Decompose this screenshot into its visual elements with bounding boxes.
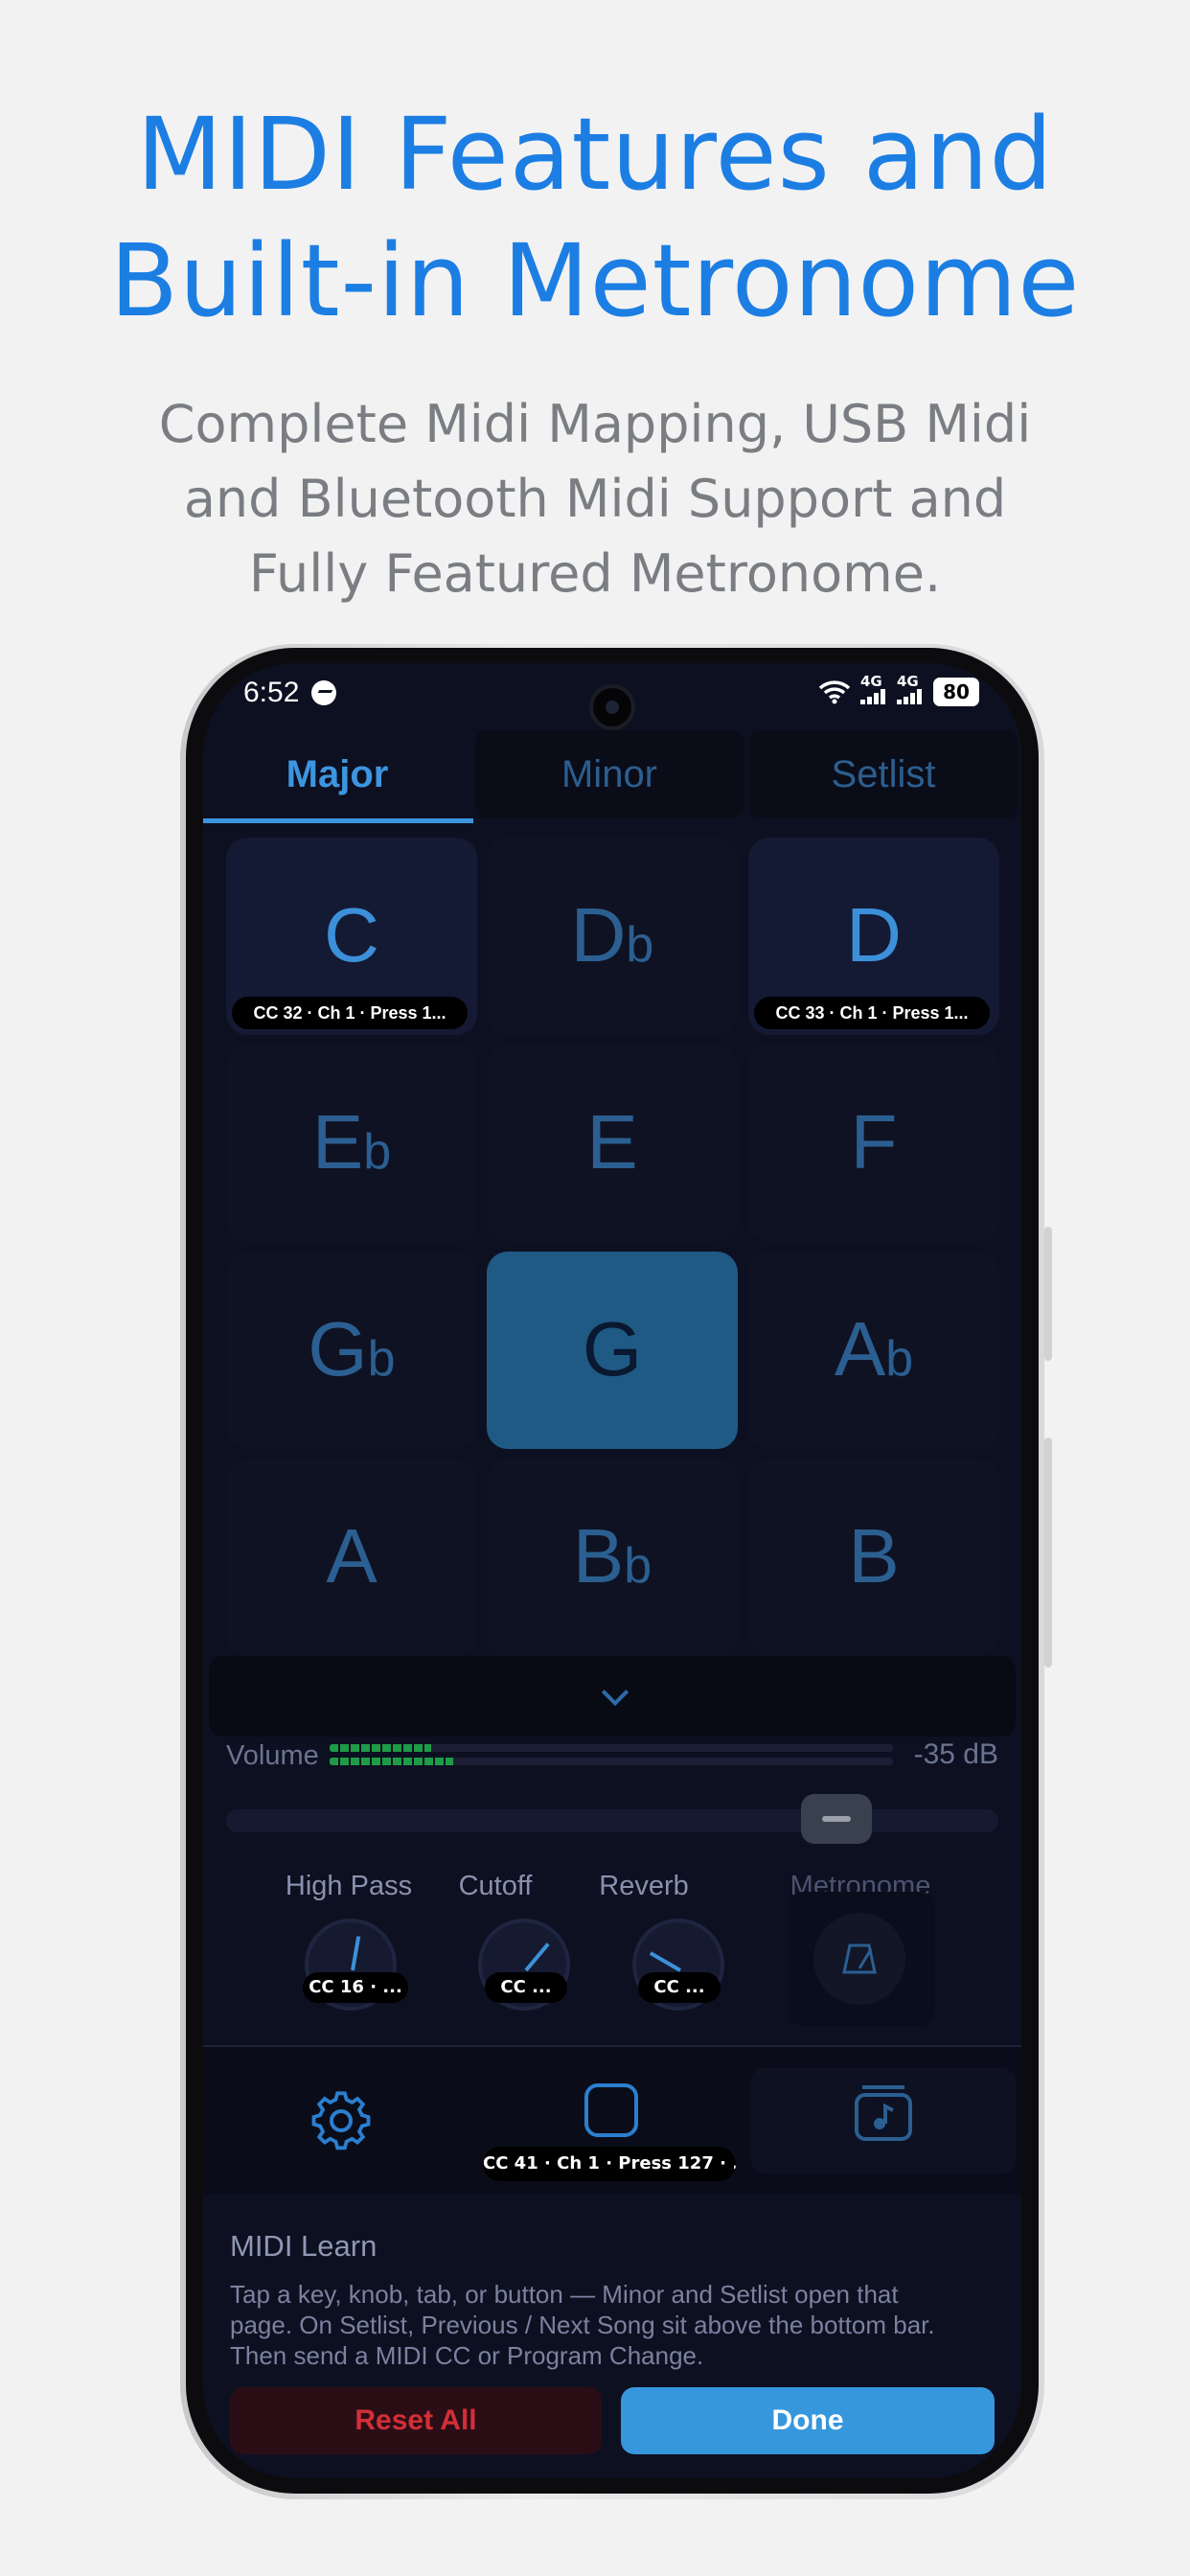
metronome-panel bbox=[788, 1892, 935, 2026]
key-accidental: b bbox=[885, 1331, 914, 1387]
signal-bars-icon bbox=[860, 689, 885, 704]
key-g-flat[interactable]: Gb bbox=[226, 1252, 477, 1449]
key-note: F bbox=[850, 1099, 898, 1184]
cutoff-label: Cutoff bbox=[458, 1871, 533, 1901]
phone-side-button bbox=[1044, 1227, 1052, 1361]
key-note: B bbox=[572, 1513, 625, 1598]
key-note: E bbox=[586, 1099, 638, 1184]
volume-slider-thumb[interactable] bbox=[801, 1794, 872, 1844]
done-button[interactable]: Done bbox=[621, 2387, 995, 2454]
battery-indicator: 80 bbox=[933, 677, 979, 706]
promo-headline-line1: MIDI Features and bbox=[136, 96, 1054, 213]
midi-learn-desc-line2: page. On Setlist, Previous / Next Song s… bbox=[230, 2311, 935, 2339]
phone-side-button bbox=[1044, 1438, 1052, 1668]
key-b[interactable]: B bbox=[748, 1459, 999, 1656]
key-d-flat[interactable]: Db bbox=[487, 838, 738, 1035]
high-pass-mapping-badge: CC 16 · ... bbox=[303, 1972, 408, 2003]
setlist-button[interactable] bbox=[751, 2068, 1016, 2174]
key-accidental: b bbox=[624, 1538, 652, 1594]
promo-subtitle-line1: Complete Midi Mapping, USB Midi bbox=[158, 394, 1032, 454]
midi-mapping-badge: CC 33 · Ch 1 · Press 1... bbox=[754, 997, 990, 1029]
volume-label: Volume bbox=[226, 1740, 319, 1771]
status-time: 6:52 bbox=[243, 677, 300, 708]
promo-subtitle: Complete Midi Mapping, USB Midi and Blue… bbox=[115, 387, 1075, 611]
high-pass-label: High Pass bbox=[285, 1871, 413, 1901]
key-accidental: b bbox=[363, 1124, 392, 1180]
metronome-icon bbox=[842, 1944, 877, 1974]
key-c[interactable]: C CC 32 · Ch 1 · Press 1... bbox=[226, 838, 477, 1035]
midi-learn-title: MIDI Learn bbox=[230, 2229, 378, 2263]
key-e[interactable]: E bbox=[487, 1045, 738, 1242]
key-note: D bbox=[846, 892, 902, 978]
status-bar: 6:52 4G 4G 80 bbox=[203, 663, 1021, 730]
key-d[interactable]: D CC 33 · Ch 1 · Press 1... bbox=[748, 838, 999, 1035]
status-icons: 4G 4G 80 bbox=[818, 675, 979, 708]
key-note: D bbox=[570, 892, 627, 978]
knob-indicator bbox=[649, 1951, 681, 1972]
active-tab-indicator bbox=[203, 818, 473, 823]
signal-bars-icon bbox=[897, 689, 922, 704]
front-camera bbox=[589, 684, 635, 730]
key-g-selected[interactable]: G bbox=[487, 1252, 738, 1449]
key-f[interactable]: F bbox=[748, 1045, 999, 1242]
promo-headline-line2: Built-in Metronome bbox=[109, 222, 1081, 339]
key-a-flat[interactable]: Ab bbox=[748, 1252, 999, 1449]
reverb-mapping-badge: CC ... bbox=[638, 1972, 721, 2003]
midi-learn-desc-line1: Tap a key, knob, tab, or button — Minor … bbox=[230, 2280, 899, 2309]
volume-meter-right bbox=[330, 1758, 893, 1765]
wifi-icon bbox=[818, 679, 851, 703]
key-note: B bbox=[848, 1513, 900, 1598]
promo-headline: MIDI Features and Built-in Metronome bbox=[0, 91, 1190, 344]
volume-db-readout: -35 dB bbox=[913, 1738, 998, 1770]
midi-mapping-badge: CC 32 · Ch 1 · Press 1... bbox=[232, 997, 468, 1029]
messenger-icon bbox=[311, 680, 336, 705]
tab-minor[interactable]: Minor bbox=[475, 730, 744, 818]
metronome-button[interactable] bbox=[813, 1913, 905, 2005]
cutoff-mapping-badge: CC ... bbox=[485, 1972, 567, 2003]
reverb-label: Reverb bbox=[599, 1871, 689, 1901]
key-e-flat[interactable]: Eb bbox=[226, 1045, 477, 1242]
meter-fill bbox=[330, 1744, 431, 1752]
meter-fill bbox=[330, 1758, 454, 1765]
volume-meter-left bbox=[330, 1744, 893, 1752]
gear-icon bbox=[311, 2091, 371, 2150]
midi-learn-desc-line3: Then send a MIDI CC or Program Change. bbox=[230, 2341, 704, 2370]
app-screen: 6:52 4G 4G 80 Major Minor Setlist C CC 3… bbox=[203, 663, 1021, 2478]
music-folder-icon bbox=[855, 2085, 912, 2141]
midi-learn-description: Tap a key, knob, tab, or button — Minor … bbox=[230, 2279, 996, 2371]
knob-indicator bbox=[351, 1936, 361, 1971]
key-accidental: b bbox=[367, 1331, 396, 1387]
stop-mapping-badge: CC 41 · Ch 1 · Press 127 · ... bbox=[483, 2147, 736, 2181]
tab-setlist[interactable]: Setlist bbox=[749, 730, 1018, 818]
tab-major[interactable]: Major bbox=[203, 730, 471, 818]
key-accidental: b bbox=[626, 917, 654, 973]
promo-subtitle-line2: and Bluetooth Midi Support and bbox=[183, 469, 1007, 529]
collapse-panel-toggle[interactable] bbox=[209, 1656, 1016, 1736]
key-b-flat[interactable]: Bb bbox=[487, 1459, 738, 1656]
chevron-down-icon bbox=[601, 1678, 629, 1707]
network-type-2: 4G bbox=[897, 673, 919, 690]
cell-signal-1: 4G bbox=[860, 675, 887, 708]
key-note: C bbox=[324, 892, 379, 978]
knob-indicator bbox=[524, 1943, 550, 1972]
key-note: E bbox=[311, 1099, 364, 1184]
key-note: G bbox=[582, 1306, 643, 1392]
key-note: G bbox=[308, 1306, 368, 1392]
promo-subtitle-line3: Fully Featured Metronome. bbox=[248, 543, 942, 604]
key-tabs: Major Minor Setlist bbox=[203, 730, 1021, 823]
settings-button[interactable] bbox=[209, 2068, 473, 2174]
key-a[interactable]: A bbox=[226, 1459, 477, 1656]
network-type-1: 4G bbox=[860, 673, 882, 690]
reset-all-button[interactable]: Reset All bbox=[230, 2387, 602, 2454]
volume-slider-track[interactable] bbox=[226, 1809, 998, 1832]
key-note: A bbox=[326, 1513, 378, 1598]
cell-signal-2: 4G bbox=[897, 675, 924, 708]
key-note: A bbox=[834, 1306, 886, 1392]
